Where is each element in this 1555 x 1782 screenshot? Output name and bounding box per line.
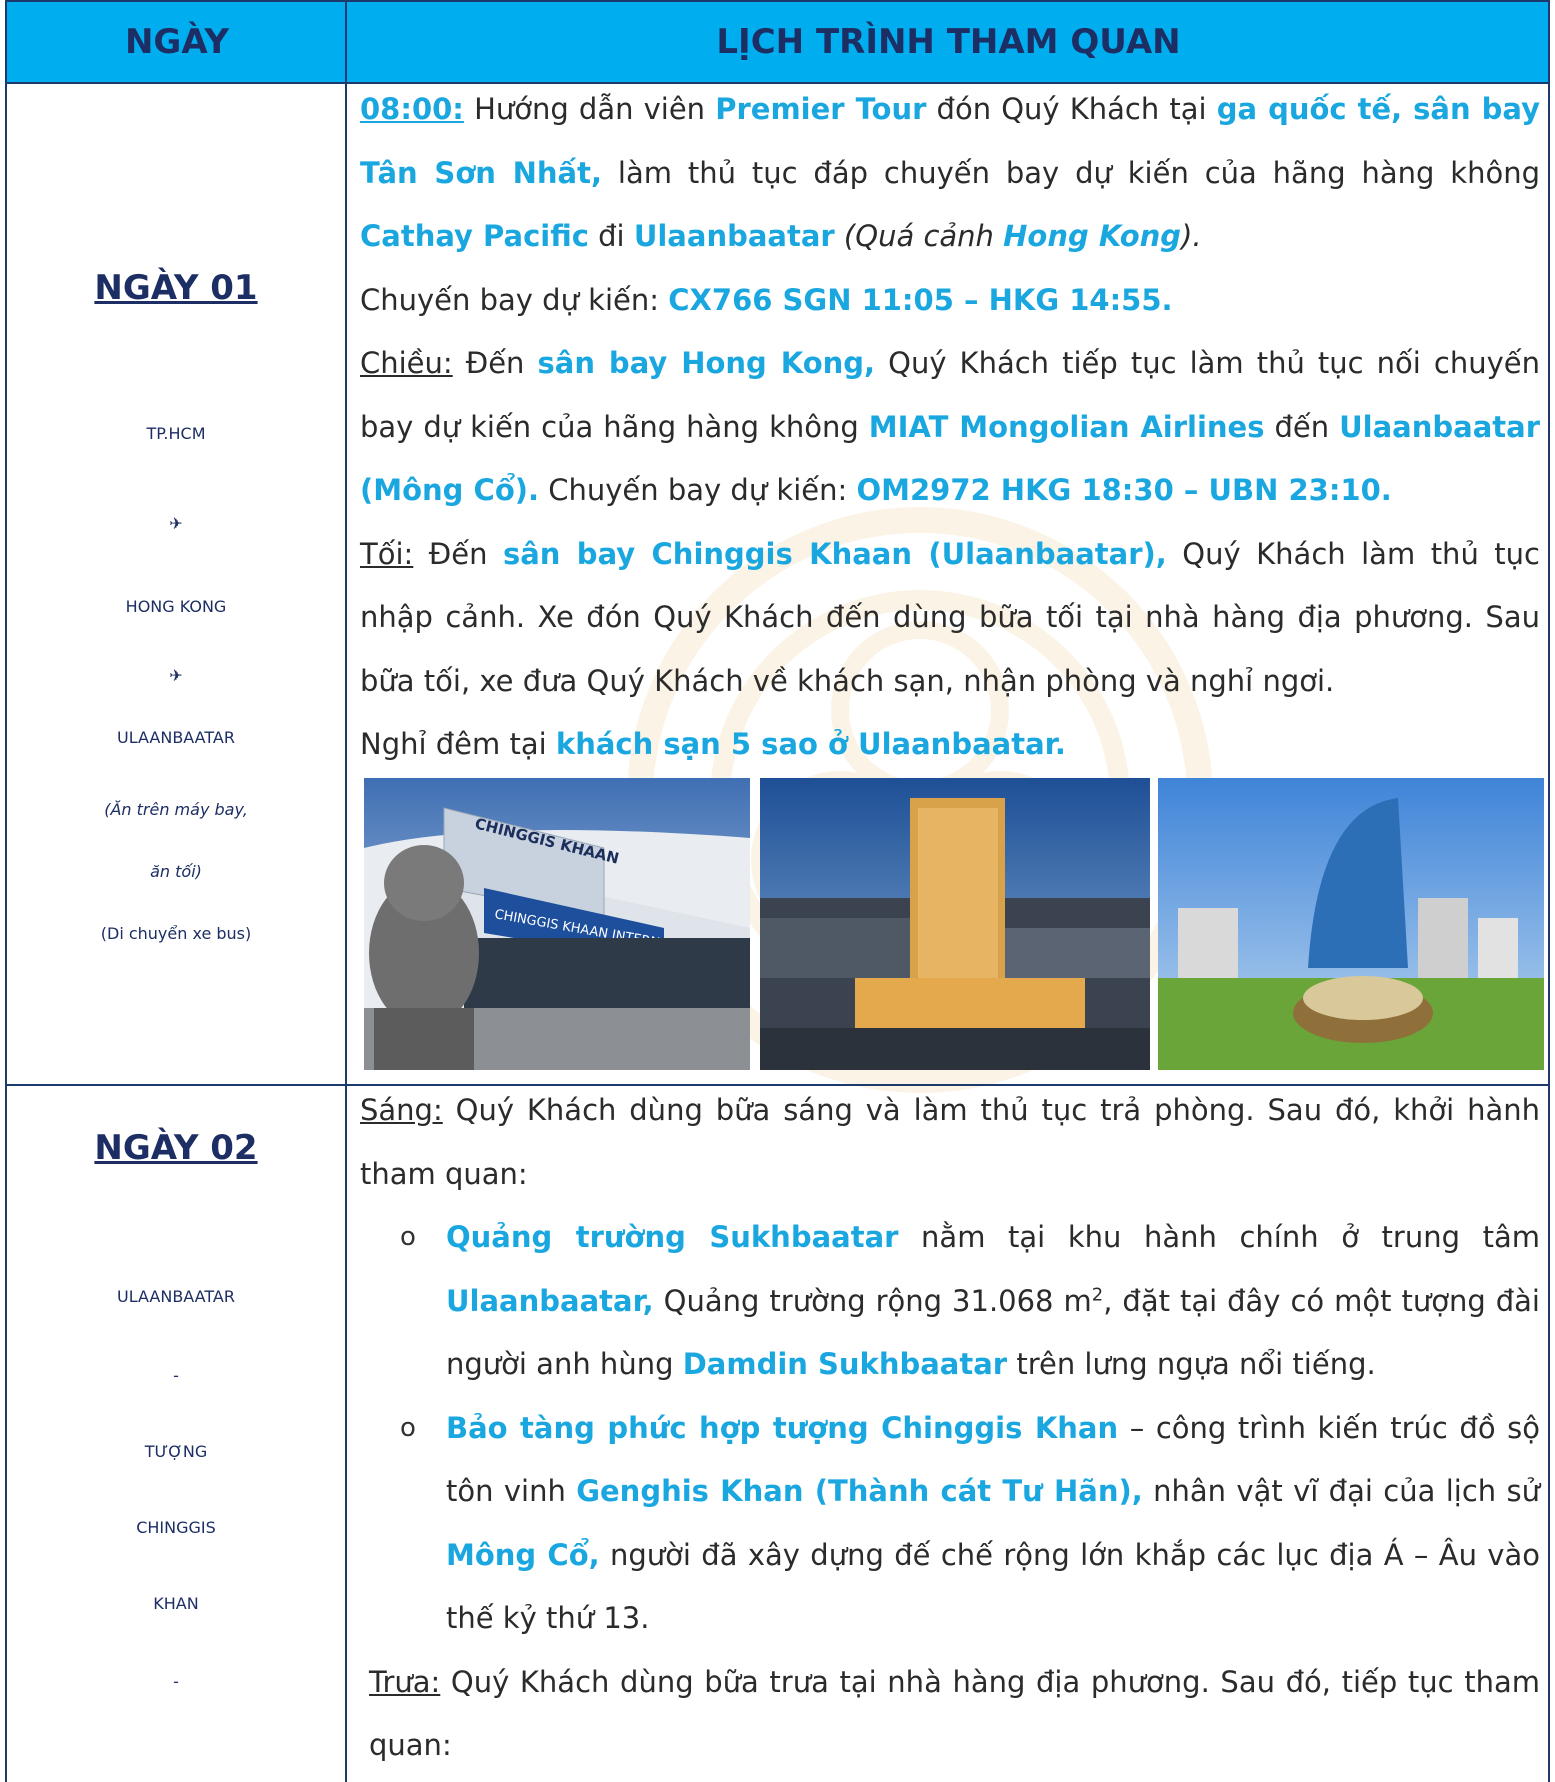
plane-icon: ✈ xyxy=(169,514,183,533)
day1-title: NGÀY 01 xyxy=(94,268,258,308)
day2-route-4: CHINGGIS xyxy=(136,1518,216,1537)
day2-paragraph-2: Trưa: Quý Khách dùng bữa trưa tại nhà hà… xyxy=(369,1664,1540,1763)
day1-paragraph-4: Tối: Đến sân bay Chinggis Khaan (Ulaanba… xyxy=(360,536,1541,698)
photo-hotel-night xyxy=(760,778,1150,1070)
plane-icon: ✈ xyxy=(169,666,183,685)
day2-paragraph-1: Sáng: Quý Khách dùng bữa sáng và làm thủ… xyxy=(360,1093,1540,1191)
day2-content: Sáng: Quý Khách dùng bữa sáng và làm thủ… xyxy=(360,1079,1540,1778)
day1-meals-1: (Ăn trên máy bay, xyxy=(104,800,248,819)
day1-route-2: HONG KONG xyxy=(125,597,227,616)
day1-content: 08:00: Hướng dẫn viên Premier Tour đón Q… xyxy=(360,78,1540,777)
day1-paragraph-2: Chuyến bay dự kiến: CX766 SGN 11:05 – HK… xyxy=(360,282,1173,317)
day1-paragraph-3: Chiều: Đến sân bay Hong Kong, Quý Khách … xyxy=(360,346,1541,507)
day1-paragraph-1: 08:00: Hướng dẫn viên Premier Tour đón Q… xyxy=(360,92,1541,253)
bullet-icon: o xyxy=(400,1222,416,1252)
day2-sights-list: o Quảng trường Sukhbaatar nằm tại khu hàn… xyxy=(360,1206,1540,1651)
bullet-icon: o xyxy=(400,1412,416,1443)
header-schedule: LỊCH TRÌNH THAM QUAN xyxy=(716,22,1181,62)
list-item: o Bảo tàng phức hợp tượng Chinggis Khan –… xyxy=(360,1397,1540,1651)
table-header: NGÀY LỊCH TRÌNH THAM QUAN xyxy=(5,0,1550,84)
day2-title: NGÀY 02 xyxy=(94,1128,258,1168)
day2-route-5: KHAN xyxy=(153,1594,199,1613)
day2-route-6: - xyxy=(173,1672,179,1691)
day2-route-2: - xyxy=(173,1366,179,1385)
header-day: NGÀY xyxy=(124,22,230,62)
day1-transport: (Di chuyển xe bus) xyxy=(100,924,252,943)
day1-paragraph-5: Nghỉ đêm tại khách sạn 5 sao ở Ulaanbaat… xyxy=(360,727,1066,761)
day2-route-3: TƯỢNG xyxy=(144,1442,208,1461)
day1-route-1: TP.HCM xyxy=(146,424,206,443)
column-divider xyxy=(345,0,347,1782)
day1-title-cell: NGÀY 01 xyxy=(7,268,345,308)
day2-route-1: ULAANBAATAR xyxy=(117,1287,235,1306)
day1-route-3: ULAANBAATAR xyxy=(117,728,235,747)
day1-photos: CHINGGIS KHAAN INTERNATIONAL AIRPORT CHI… xyxy=(364,778,1544,1070)
photo-chinggis-airport: CHINGGIS KHAAN INTERNATIONAL AIRPORT CHI… xyxy=(364,778,750,1070)
day1-meals-2: ăn tối) xyxy=(150,862,202,881)
list-item: o Quảng trường Sukhbaatar nằm tại khu hàn… xyxy=(360,1206,1540,1397)
day2-title-cell: NGÀY 02 xyxy=(7,1128,345,1168)
photo-blue-sky-tower xyxy=(1158,778,1544,1070)
